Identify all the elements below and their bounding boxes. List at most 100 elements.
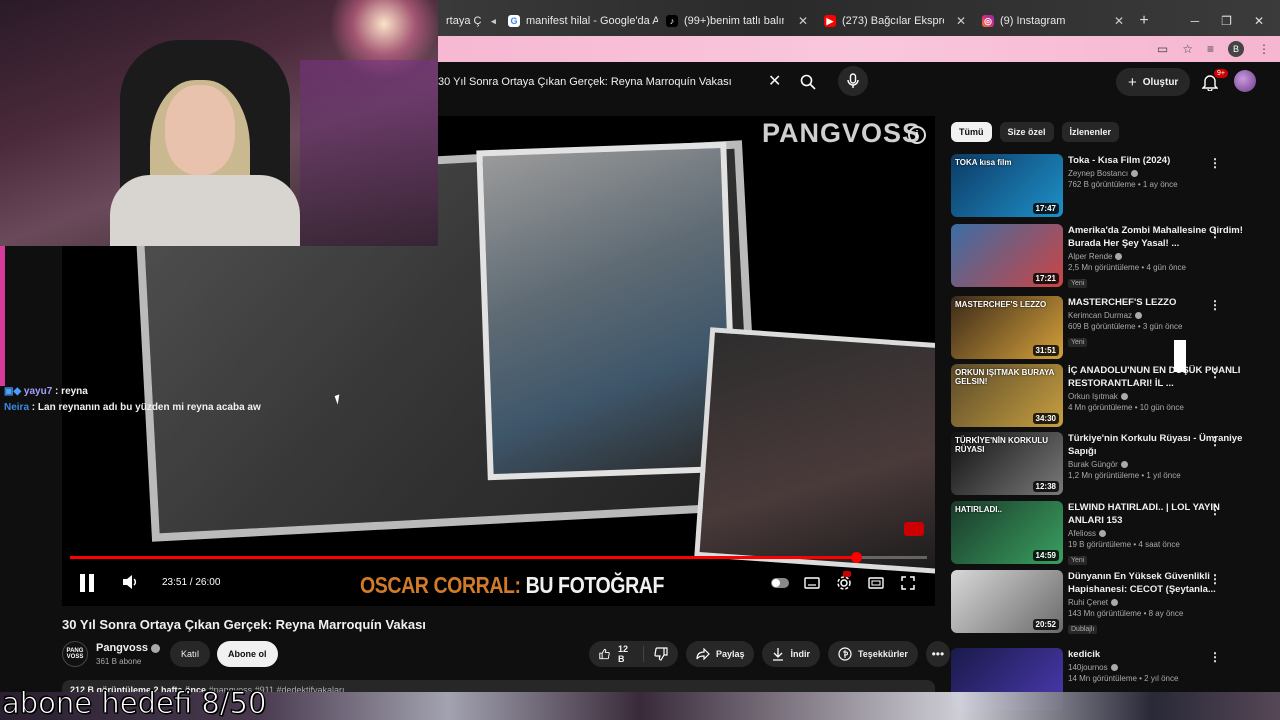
- more-vertical-icon[interactable]: ⋮: [1209, 298, 1221, 312]
- video-title[interactable]: İÇ ANADOLU'NUN EN DÜŞÜK PUANLI RESTORANT…: [1068, 364, 1248, 390]
- video-title[interactable]: ELWIND HATIRLADI.. | LOL YAYIN ANLARI 15…: [1068, 501, 1248, 527]
- clear-search-icon[interactable]: ✕: [768, 71, 781, 91]
- browser-tab[interactable]: ♪ (99+)benim tatlı balım (@burc ✕: [658, 6, 816, 36]
- progress-bar[interactable]: [70, 552, 927, 563]
- chip-all[interactable]: Tümü: [951, 122, 992, 142]
- recommended-video[interactable]: HATIRLADI.. 14:59 ELWIND HATIRLADI.. | LOL…: [951, 501, 1271, 567]
- browser-tab[interactable]: G manifest hilal - Google'da Ara ✕: [500, 6, 658, 36]
- recommended-video[interactable]: TOKA kısa film 17:47 Toka - Kısa Film (202…: [951, 154, 1271, 220]
- channel-name[interactable]: Pangvoss: [96, 642, 148, 654]
- channel-avatar[interactable]: PANG VOSS: [62, 641, 88, 667]
- video-thumbnail[interactable]: 20:52: [951, 570, 1063, 633]
- channel-line: Burak Güngör: [1068, 460, 1248, 469]
- more-vertical-icon[interactable]: ⋮: [1209, 650, 1221, 664]
- video-thumbnail[interactable]: ORKUN IŞITMAK BURAYA GELSIN! 34:30: [951, 364, 1063, 427]
- channel-name[interactable]: Alper Rende: [1068, 252, 1112, 261]
- video-title[interactable]: Amerika'da Zombi Mahallesine Girdim! Bur…: [1068, 224, 1248, 250]
- video-title[interactable]: MASTERCHEF'S LEZZO: [1068, 296, 1248, 309]
- extensions-icon[interactable]: ≡: [1207, 42, 1214, 56]
- chat-message: ▣◆ yayu7 : reyna: [0, 384, 350, 400]
- video-actions: 12 B Paylaş İndir Teşekkürler •••: [589, 641, 950, 667]
- browser-tab[interactable]: rtaya Ç ◂ ✕: [438, 6, 500, 36]
- recommended-video[interactable]: ORKUN IŞITMAK BURAYA GELSIN! 34:30 İÇ ANAD…: [951, 364, 1271, 430]
- dislike-button[interactable]: [644, 647, 678, 661]
- close-icon[interactable]: ✕: [950, 14, 966, 28]
- volume-button[interactable]: [122, 574, 142, 592]
- join-button[interactable]: Katıl: [170, 641, 211, 667]
- theater-mode-button[interactable]: [867, 574, 885, 592]
- channel-name[interactable]: Burak Güngör: [1068, 460, 1118, 469]
- recommended-video[interactable]: MASTERCHEF'S LEZZO 31:51 MASTERCHEF'S LEZZ…: [951, 296, 1271, 362]
- minimize-icon[interactable]: ─: [1191, 14, 1200, 28]
- video-title[interactable]: Toka - Kısa Film (2024): [1068, 154, 1248, 167]
- channel-name[interactable]: Ruhi Çenet: [1068, 598, 1108, 607]
- voice-search-button[interactable]: [838, 66, 868, 96]
- subtitles-button[interactable]: [803, 574, 821, 592]
- thanks-button[interactable]: Teşekkürler: [827, 641, 918, 667]
- profile-avatar[interactable]: B: [1228, 41, 1244, 57]
- channel-name[interactable]: Afelioss: [1068, 529, 1096, 538]
- subscribe-button[interactable]: Abone ol: [217, 641, 278, 667]
- browser-tab[interactable]: ◎ (9) Instagram ✕: [974, 6, 1132, 36]
- pause-button[interactable]: [80, 574, 96, 592]
- chip-watched[interactable]: İzlenenler: [1061, 122, 1120, 142]
- account-avatar[interactable]: [1234, 70, 1256, 92]
- progress-scrubber[interactable]: [850, 552, 862, 563]
- video-thumbnail[interactable]: HATIRLADI.. 14:59: [951, 501, 1063, 564]
- restore-icon[interactable]: ❐: [1221, 14, 1232, 28]
- create-button[interactable]: + Oluştur: [1116, 68, 1191, 96]
- channel-name-wrap[interactable]: Pangvoss: [96, 642, 160, 654]
- close-window-icon[interactable]: ✕: [1254, 14, 1264, 28]
- video-thumbnail[interactable]: 17:21: [951, 224, 1063, 287]
- video-thumbnail[interactable]: TÜRKİYE'NİN KORKULU RÜYASI 12:38: [951, 432, 1063, 495]
- search-button[interactable]: [788, 68, 828, 96]
- recommended-video[interactable]: TÜRKİYE'NİN KORKULU RÜYASI 12:38 Türkiye'n…: [951, 432, 1271, 498]
- tiktok-icon: ♪: [666, 15, 678, 27]
- channel-name[interactable]: Zeynep Bostancı: [1068, 169, 1128, 178]
- video-title[interactable]: kedicik: [1068, 648, 1248, 661]
- video-title[interactable]: Dünyanın En Yüksek Güvenlikli Hapishanes…: [1068, 570, 1248, 596]
- like-button[interactable]: 12 B: [589, 644, 644, 664]
- channel-name[interactable]: 140journos: [1068, 663, 1108, 672]
- channel-line: Afelioss: [1068, 529, 1248, 538]
- video-title[interactable]: Türkiye'nin Korkulu Rüyası - Ümraniye Sa…: [1068, 432, 1248, 458]
- browser-tab[interactable]: ▶ (273) Bağcılar Ekspres [2] çizg ✕: [816, 6, 974, 36]
- fullscreen-button[interactable]: [899, 574, 917, 592]
- more-vertical-icon[interactable]: ⋮: [1209, 434, 1221, 448]
- channel-name[interactable]: Orkun Işıtmak: [1068, 392, 1118, 401]
- more-vertical-icon[interactable]: ⋮: [1209, 503, 1221, 517]
- more-actions-button[interactable]: •••: [925, 641, 950, 667]
- chip-for-you[interactable]: Size özel: [999, 122, 1054, 142]
- more-vertical-icon[interactable]: ⋮: [1209, 156, 1221, 170]
- more-vertical-icon[interactable]: ⋮: [1209, 366, 1221, 380]
- chat-badge-icon: ▣◆: [4, 386, 22, 397]
- bookmark-star-icon[interactable]: ☆: [1182, 42, 1193, 56]
- close-icon[interactable]: ✕: [1108, 14, 1124, 28]
- tab-label: (99+)benim tatlı balım (@burc: [684, 15, 784, 27]
- download-button[interactable]: İndir: [762, 641, 820, 667]
- new-tab-button[interactable]: +: [1132, 6, 1156, 36]
- share-button[interactable]: Paylaş: [685, 641, 755, 667]
- speaker-icon: ◂: [491, 15, 496, 26]
- browser-menu-icon[interactable]: ⋮: [1258, 42, 1270, 56]
- recommended-video[interactable]: 17:21 Amerika'da Zombi Mahallesine Girdim…: [951, 224, 1271, 290]
- more-vertical-icon[interactable]: ⋮: [1209, 572, 1221, 586]
- autoplay-toggle[interactable]: [771, 574, 789, 592]
- search-input[interactable]: 30 Yıl Sonra Ortaya Çıkan Gerçek: Reyna …: [438, 70, 790, 94]
- settings-button[interactable]: [835, 571, 853, 592]
- captions-icon: [804, 577, 820, 589]
- close-icon[interactable]: ✕: [792, 14, 808, 28]
- recommended-video[interactable]: 20:52 Dünyanın En Yüksek Güvenlikli Hapis…: [951, 570, 1271, 636]
- video-thumbnail[interactable]: MASTERCHEF'S LEZZO 31:51: [951, 296, 1063, 359]
- more-vertical-icon[interactable]: ⋮: [1209, 226, 1221, 240]
- streamer-robe: [110, 175, 300, 246]
- verified-icon: [1120, 393, 1128, 401]
- video-meta: kedicik 140journos 14 Mn görüntüleme • 2 y…: [1068, 648, 1248, 683]
- video-thumbnail[interactable]: TOKA kısa film 17:47: [951, 154, 1063, 217]
- plus-icon: +: [1128, 73, 1137, 91]
- info-icon[interactable]: i: [908, 126, 926, 144]
- channel-name[interactable]: Kerimcan Durmaz: [1068, 311, 1132, 320]
- thumbnail-text: HATIRLADI..: [955, 505, 1002, 514]
- screen-share-icon[interactable]: ▭: [1157, 42, 1168, 56]
- new-badge: Yeni: [1068, 279, 1088, 288]
